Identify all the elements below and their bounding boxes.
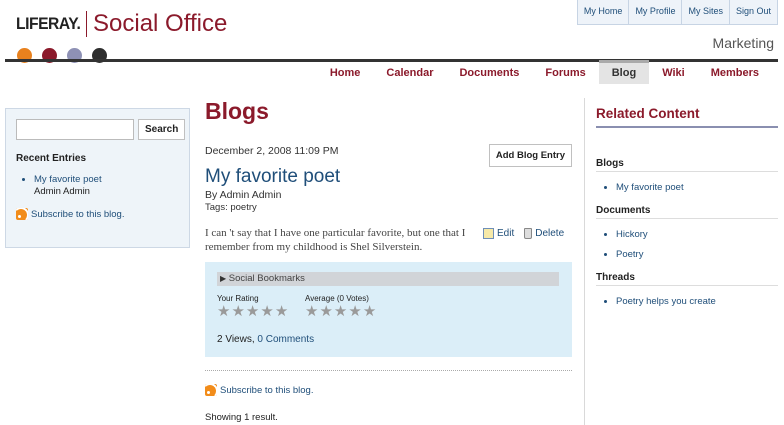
nav-calendar[interactable]: Calendar — [373, 60, 446, 84]
your-rating-label: Your Rating — [217, 294, 259, 303]
related-item-link[interactable]: Hickory — [616, 229, 778, 240]
top-links: My Home My Profile My Sites Sign Out — [576, 0, 778, 25]
subscribe-link-sidebar[interactable]: Subscribe to this blog. — [16, 208, 179, 220]
related-documents-heading: Documents — [596, 205, 778, 219]
related-threads-heading: Threads — [596, 272, 778, 286]
views-text: 2 Views, — [217, 334, 258, 345]
edit-icon — [483, 228, 494, 239]
trash-icon — [524, 228, 533, 239]
entry-title[interactable]: My favorite poet — [205, 166, 340, 188]
results-count: Showing 1 result. — [205, 412, 278, 423]
star-icon[interactable]: ★ — [260, 304, 273, 319]
star-icon[interactable]: ★ — [217, 304, 230, 319]
left-sidebar: Search Recent Entries My favorite poet A… — [5, 108, 190, 248]
search-row: Search — [16, 119, 186, 140]
entry-tags: Tags: poetry — [205, 202, 257, 213]
recent-entries-heading: Recent Entries — [16, 153, 87, 164]
star-icon: ★ — [319, 303, 333, 320]
page-title: Blogs — [205, 98, 269, 124]
logo-brand: LIFERAY. — [16, 14, 81, 33]
search-input[interactable] — [16, 119, 134, 140]
rss-icon — [16, 208, 28, 220]
delete-link[interactable]: Delete — [524, 228, 564, 239]
sign-out-link[interactable]: Sign Out — [728, 0, 778, 25]
star-icon[interactable]: ★ — [275, 304, 288, 319]
recent-entry-author: Admin Admin — [34, 186, 90, 197]
logo[interactable]: LIFERAY. Social Office — [16, 10, 227, 38]
nav-forums[interactable]: Forums — [532, 60, 598, 84]
nav-members[interactable]: Members — [698, 60, 772, 84]
related-blogs-section: Blogs My favorite poet — [596, 158, 778, 193]
related-threads-list: Poetry helps you create — [596, 296, 778, 307]
related-content-title: Related Content — [596, 106, 778, 128]
edit-label: Edit — [497, 228, 515, 239]
average-rating-stars: ★ ★ ★ ★ ★ — [305, 303, 377, 320]
column-separator — [584, 98, 585, 425]
entry-body: I can 't say that I have one particular … — [205, 227, 466, 253]
star-icon: ★ — [348, 303, 362, 320]
related-item-link[interactable]: Poetry helps you create — [616, 296, 778, 307]
related-blogs-heading: Blogs — [596, 158, 778, 172]
star-icon: ★ — [362, 303, 377, 320]
social-box: ▶ Social Bookmarks Your Rating Average (… — [205, 262, 572, 357]
related-documents-section: Documents Hickory Poetry — [596, 205, 778, 260]
logo-product: Social Office — [93, 10, 228, 37]
blog-main: Blogs December 2, 2008 11:09 PM Add Blog… — [205, 98, 572, 423]
social-bookmarks-label: Social Bookmarks — [228, 273, 305, 284]
related-documents-list: Hickory Poetry — [596, 229, 778, 260]
recent-entry-link[interactable]: My favorite poet — [34, 174, 179, 185]
star-icon: ★ — [305, 303, 319, 320]
nav-home[interactable]: Home — [317, 60, 374, 84]
subscribe-text: Subscribe to this blog. — [220, 384, 314, 396]
star-icon[interactable]: ★ — [231, 304, 244, 319]
views-count: 2 Views, 0 Comments — [217, 334, 314, 345]
nav-documents[interactable]: Documents — [446, 60, 532, 84]
recent-entries-list: My favorite poet — [16, 174, 179, 185]
star-icon: ★ — [333, 303, 348, 320]
nav-wiki[interactable]: Wiki — [649, 60, 698, 84]
delete-label: Delete — [535, 228, 565, 239]
related-item-link[interactable]: Poetry — [616, 249, 778, 260]
search-button[interactable]: Search — [138, 119, 186, 140]
rss-icon — [205, 384, 217, 396]
my-sites-link[interactable]: My Sites — [681, 0, 730, 25]
entry-actions: Edit Delete — [483, 228, 564, 239]
site-name: Marketing — [712, 35, 774, 51]
social-bookmarks-toggle[interactable]: ▶ Social Bookmarks — [217, 272, 559, 286]
related-blogs-list: My favorite poet — [596, 182, 778, 193]
average-rating-label: Average (0 Votes) — [305, 294, 369, 303]
divider — [205, 370, 572, 371]
subscribe-text: Subscribe to this blog. — [31, 208, 125, 220]
my-profile-link[interactable]: My Profile — [628, 0, 683, 25]
star-icon[interactable]: ★ — [246, 304, 259, 319]
entry-date: December 2, 2008 11:09 PM — [205, 145, 339, 157]
entry-byline: By Admin Admin — [205, 189, 282, 201]
logo-separator — [86, 11, 88, 37]
main-nav: Home Calendar Documents Forums Blog Wiki… — [317, 60, 772, 84]
nav-blog[interactable]: Blog — [598, 60, 650, 84]
my-home-link[interactable]: My Home — [576, 0, 630, 25]
comments-link[interactable]: 0 Comments — [257, 334, 314, 345]
related-item-link[interactable]: My favorite poet — [616, 182, 778, 193]
edit-link[interactable]: Edit — [483, 228, 514, 239]
triangle-right-icon: ▶ — [220, 274, 227, 283]
related-threads-section: Threads Poetry helps you create — [596, 272, 778, 307]
subscribe-link-main[interactable]: Subscribe to this blog. — [205, 384, 313, 396]
related-content: Related Content Blogs My favorite poet D… — [596, 106, 778, 316]
add-blog-entry-button[interactable]: Add Blog Entry — [488, 144, 572, 167]
your-rating-stars[interactable]: ★ ★ ★ ★ ★ — [217, 304, 288, 319]
